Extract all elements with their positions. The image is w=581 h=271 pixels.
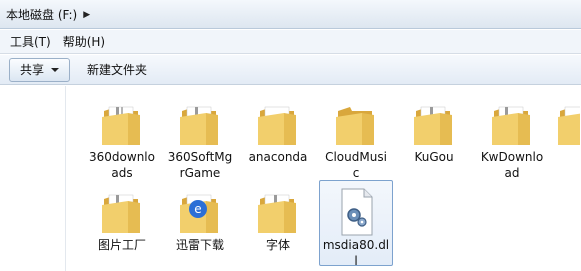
folder-item[interactable]: KwDownload — [475, 92, 549, 180]
file-name: KuGou — [414, 150, 454, 164]
file-name: msdia80.dll — [322, 238, 390, 268]
folder-icon — [336, 107, 374, 145]
menu-bar: 工具(T) 帮助(H) — [0, 30, 581, 54]
folder-icon — [258, 194, 296, 233]
breadcrumb[interactable]: 本地磁盘 (F:) ▶ — [6, 5, 90, 24]
folder-item[interactable]: 360downloads — [85, 92, 159, 180]
folder-item[interactable]: CloudMusic — [319, 92, 393, 180]
folder-item[interactable]: anaconda — [241, 92, 315, 178]
file-name: 图片工厂 — [97, 238, 146, 252]
file-name: CloudMusic — [325, 150, 387, 180]
folder-icon — [492, 106, 530, 145]
share-button-label: 共享 — [20, 62, 45, 77]
svg-text:e: e — [194, 202, 201, 216]
folder-icon: e — [180, 194, 218, 233]
folder-icon — [102, 194, 140, 233]
new-folder-button[interactable]: 新建文件夹 — [76, 58, 158, 82]
breadcrumb-drive[interactable]: 本地磁盘 (F:) — [6, 6, 77, 23]
address-bar[interactable]: 本地磁盘 (F:) ▶ — [0, 0, 581, 29]
folder-icon — [180, 106, 218, 145]
folder-item[interactable]: KuGou — [397, 92, 471, 178]
menu-tools[interactable]: 工具(T) — [4, 31, 57, 53]
file-name: anaconda — [248, 150, 308, 164]
file-name: 360SoftMgrGame — [167, 150, 233, 180]
folder-item[interactable]: 字体 — [241, 180, 315, 266]
file-list[interactable]: 360downloads 360SoftMgrGame anaconda Clo… — [67, 86, 581, 271]
file-name: 字体 — [265, 238, 290, 252]
folder-item-partial[interactable] — [553, 92, 581, 178]
folder-icon — [102, 106, 140, 145]
file-item-selected[interactable]: msdia80.dll — [319, 180, 393, 268]
file-name: KwDownload — [480, 150, 544, 180]
folder-icon — [414, 106, 452, 145]
file-name: 迅雷下载 — [175, 238, 224, 252]
menu-help[interactable]: 帮助(H) — [57, 31, 111, 53]
folder-item[interactable]: 图片工厂 — [85, 180, 159, 266]
folder-item[interactable]: e 迅雷下载 — [163, 180, 237, 266]
new-folder-button-label: 新建文件夹 — [87, 62, 148, 77]
folder-icon — [258, 106, 296, 145]
folder-item[interactable]: 360SoftMgrGame — [163, 92, 237, 180]
chevron-right-icon[interactable]: ▶ — [83, 10, 90, 20]
command-bar: 共享 新建文件夹 — [0, 55, 581, 85]
share-button[interactable]: 共享 — [9, 57, 71, 82]
chevron-down-icon — [51, 67, 60, 72]
file-name: 360downloads — [89, 150, 155, 180]
folder-icon — [558, 106, 580, 145]
navigation-pane[interactable] — [0, 86, 66, 271]
dll-file-icon — [341, 188, 373, 236]
